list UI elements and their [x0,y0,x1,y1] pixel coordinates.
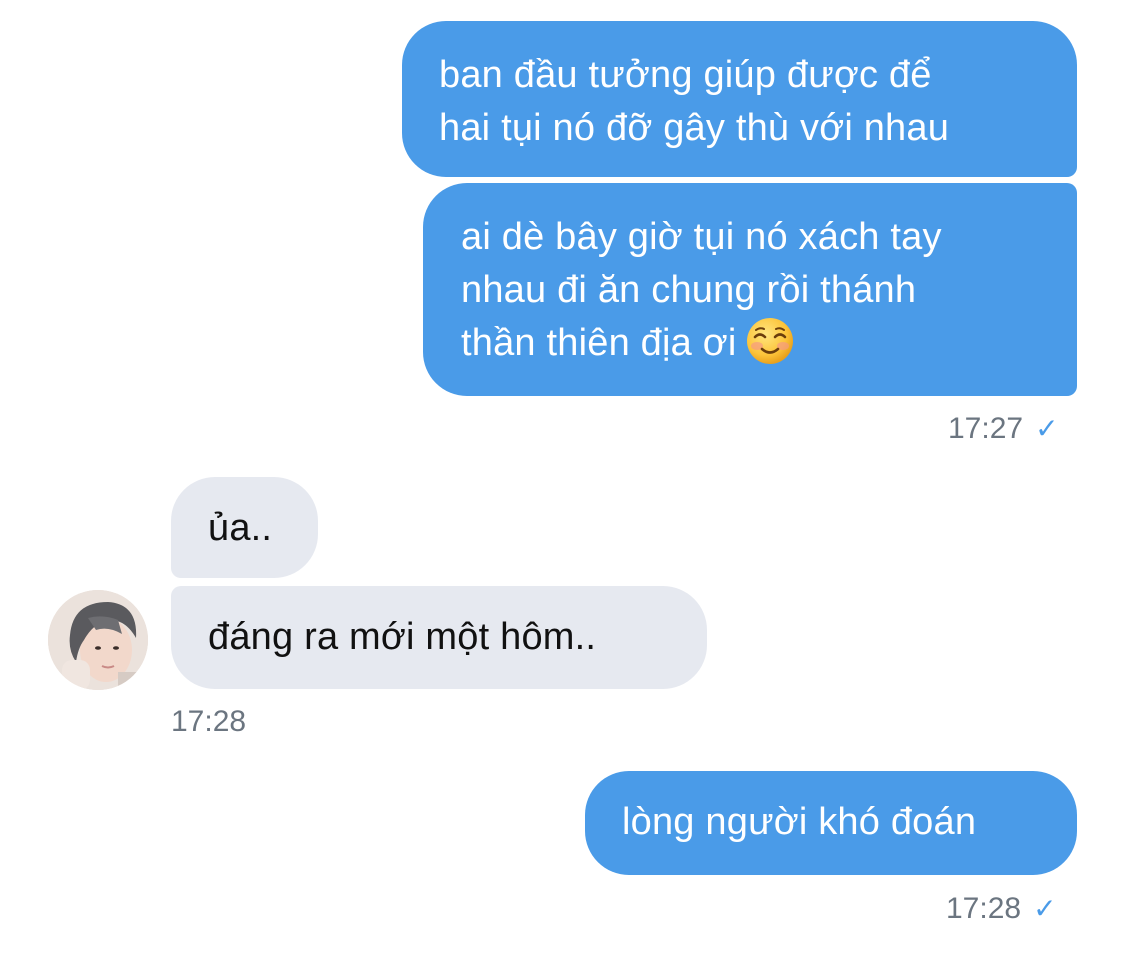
message-text-line: đáng ra mới một hôm.. [208,616,597,658]
timestamp-text: 17:28 [171,705,247,738]
message-bubble-outgoing[interactable]: lòng người khó đoán [585,771,1077,875]
timestamp-text: 17:28 [946,892,1022,925]
message-timestamp: 17:27 ✓ [948,412,1059,446]
message-timestamp: 17:28 [171,705,246,739]
message-text-line: ủa.. [208,507,273,549]
read-check-icon: ✓ [1035,413,1059,444]
message-text-line: ban đầu tưởng giúp được để [439,54,932,96]
message-bubble-outgoing[interactable]: ban đầu tưởng giúp được để hai tụi nó đỡ… [402,21,1077,177]
message-bubble-incoming[interactable]: đáng ra mới một hôm.. [171,586,707,689]
message-text-line: nhau đi ăn chung rồi thánh [461,269,917,311]
message-text-line: thần thiên địa ơi [461,317,1077,370]
smiling-face-icon [745,316,795,366]
message-text-line: ai dè bây giờ tụi nó xách tay [461,216,942,258]
message-bubble-outgoing[interactable]: ai dè bây giờ tụi nó xách tay nhau đi ăn… [423,183,1077,396]
message-text-line: lòng người khó đoán [622,801,977,843]
message-text: thần thiên địa ơi [461,322,737,364]
read-check-icon: ✓ [1033,893,1057,924]
contact-avatar-icon [48,590,148,690]
message-timestamp: 17:28 ✓ [946,892,1057,926]
timestamp-text: 17:27 [948,412,1024,445]
message-text-line: hai tụi nó đỡ gây thù với nhau [439,107,950,149]
avatar[interactable] [48,590,148,690]
message-bubble-incoming[interactable]: ủa.. [171,477,318,578]
